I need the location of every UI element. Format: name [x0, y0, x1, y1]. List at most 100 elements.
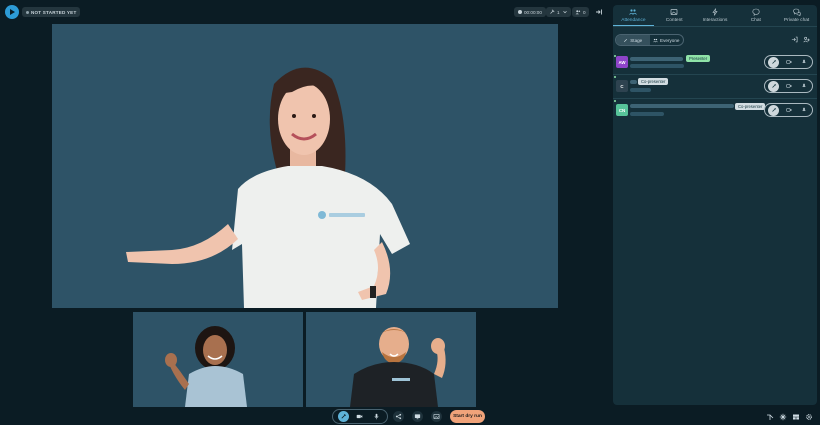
online-indicator: [614, 100, 616, 102]
name-placeholder: [630, 104, 734, 108]
camera-icon: [785, 108, 791, 112]
mic-icon: [801, 59, 806, 64]
stage-toggle-button[interactable]: [768, 104, 779, 116]
people-icon: [653, 38, 658, 42]
subtitle-placeholder: [630, 64, 684, 68]
attendee-count: 0: [583, 9, 586, 15]
filter-stage-label: Stage: [630, 37, 643, 43]
timer-display: 00:00:00: [514, 7, 546, 17]
status-dot: [26, 10, 29, 14]
tab-content-label: Content: [665, 18, 683, 23]
avatar: AW: [616, 56, 628, 68]
mic-button[interactable]: [371, 411, 382, 422]
screen-share-button[interactable]: [412, 411, 423, 422]
image-icon: [670, 9, 678, 15]
pen-icon: [624, 38, 628, 42]
tab-chat-label: Chat: [750, 18, 761, 23]
tab-attendance[interactable]: Attendance: [613, 5, 654, 26]
chevron-down-icon: [562, 11, 567, 14]
image-icon: [433, 414, 440, 419]
add-user-button[interactable]: [802, 35, 811, 44]
attendee-counter[interactable]: 0: [572, 7, 589, 17]
mic-icon: [801, 107, 806, 112]
role-badge: Co-presenter: [735, 103, 766, 110]
participant-row-3[interactable]: CN Co-presenter: [613, 99, 817, 123]
mic-toggle-button[interactable]: [798, 57, 809, 68]
tab-interactions[interactable]: Interactions: [695, 5, 736, 26]
gear-icon: [805, 413, 812, 420]
stage-toggle-button[interactable]: [768, 80, 779, 92]
subtitle-placeholder: [630, 112, 664, 116]
panel-tabs: Attendance Content Interactions Chat Pri…: [613, 5, 817, 27]
co-presenter-video-2: [306, 312, 476, 407]
camera-icon: [785, 84, 791, 88]
app-logo[interactable]: [5, 5, 19, 19]
pin-count: 1: [557, 9, 560, 15]
sparkle-icon: [779, 413, 786, 420]
status-label: NOT STARTED YET: [31, 9, 77, 15]
participant-controls: [764, 103, 813, 117]
pen-icon: [771, 83, 776, 88]
pen-button[interactable]: [337, 411, 349, 422]
participant-controls: [764, 79, 813, 93]
tab-private-chat-label: Private chat: [783, 18, 810, 23]
signal-button[interactable]: [765, 412, 774, 421]
name-placeholder: [630, 80, 637, 84]
filter-everyone-label: Everyone: [660, 37, 680, 43]
effects-button[interactable]: [778, 412, 787, 421]
pin-counter-button[interactable]: 1: [546, 7, 571, 17]
mic-icon: [374, 413, 379, 420]
camera-icon: [357, 414, 363, 419]
pen-icon: [771, 59, 776, 64]
avatar: CN: [616, 104, 628, 116]
status-badge: NOT STARTED YET: [22, 7, 81, 17]
layout-icon: [792, 414, 799, 419]
name-placeholder: [630, 57, 683, 61]
layout-button[interactable]: [791, 412, 800, 421]
participant-row-2[interactable]: C Co-presenter: [613, 75, 817, 99]
tab-private-chat[interactable]: Private chat: [776, 5, 817, 26]
filter-stage[interactable]: Stage: [616, 35, 650, 45]
sign-in-button[interactable]: [790, 35, 799, 44]
people-icon: [575, 10, 581, 15]
main-presenter-video: [52, 24, 558, 308]
tab-chat[interactable]: Chat: [735, 5, 776, 26]
add-user-icon: [803, 36, 810, 43]
tab-interactions-label: Interactions: [702, 18, 728, 23]
stage-toggle-button[interactable]: [768, 56, 779, 68]
mic-toggle-button[interactable]: [798, 81, 809, 92]
participant-row-1[interactable]: AW Presenter: [613, 51, 817, 75]
camera-toggle-button[interactable]: [783, 57, 794, 68]
pin-icon: [550, 9, 555, 14]
online-indicator: [614, 76, 616, 78]
chat-icon: [752, 8, 760, 16]
arrow-right-bar-icon: [596, 9, 602, 15]
timer-label: 00:00:00: [524, 9, 542, 15]
avatar: C: [616, 80, 628, 92]
share-icon: [395, 413, 402, 420]
pen-icon: [341, 414, 346, 419]
mic-toggle-button[interactable]: [798, 105, 809, 116]
participant-controls: [764, 55, 813, 69]
mic-icon: [801, 83, 806, 88]
collapse-panel-button[interactable]: [594, 7, 604, 17]
camera-icon: [785, 60, 791, 64]
tab-attendance-label: Attendance: [621, 17, 646, 23]
share-button[interactable]: [393, 411, 404, 422]
camera-button[interactable]: [354, 411, 365, 422]
sign-in-icon: [791, 36, 798, 43]
camera-toggle-button[interactable]: [783, 81, 794, 92]
pen-icon: [771, 107, 776, 112]
media-button[interactable]: [431, 411, 442, 422]
av-controls-group: [332, 409, 388, 424]
role-badge: Presenter: [686, 55, 711, 62]
presenter-figure: [52, 24, 558, 308]
role-badge: Co-presenter: [638, 78, 669, 85]
settings-button[interactable]: [804, 412, 813, 421]
start-dry-run-button[interactable]: Start dry run: [450, 410, 485, 423]
tab-content[interactable]: Content: [654, 5, 695, 26]
filter-everyone[interactable]: Everyone: [650, 35, 684, 45]
co-presenter-figure-2: [306, 312, 476, 407]
camera-toggle-button[interactable]: [783, 105, 794, 116]
people-icon: [629, 8, 638, 15]
